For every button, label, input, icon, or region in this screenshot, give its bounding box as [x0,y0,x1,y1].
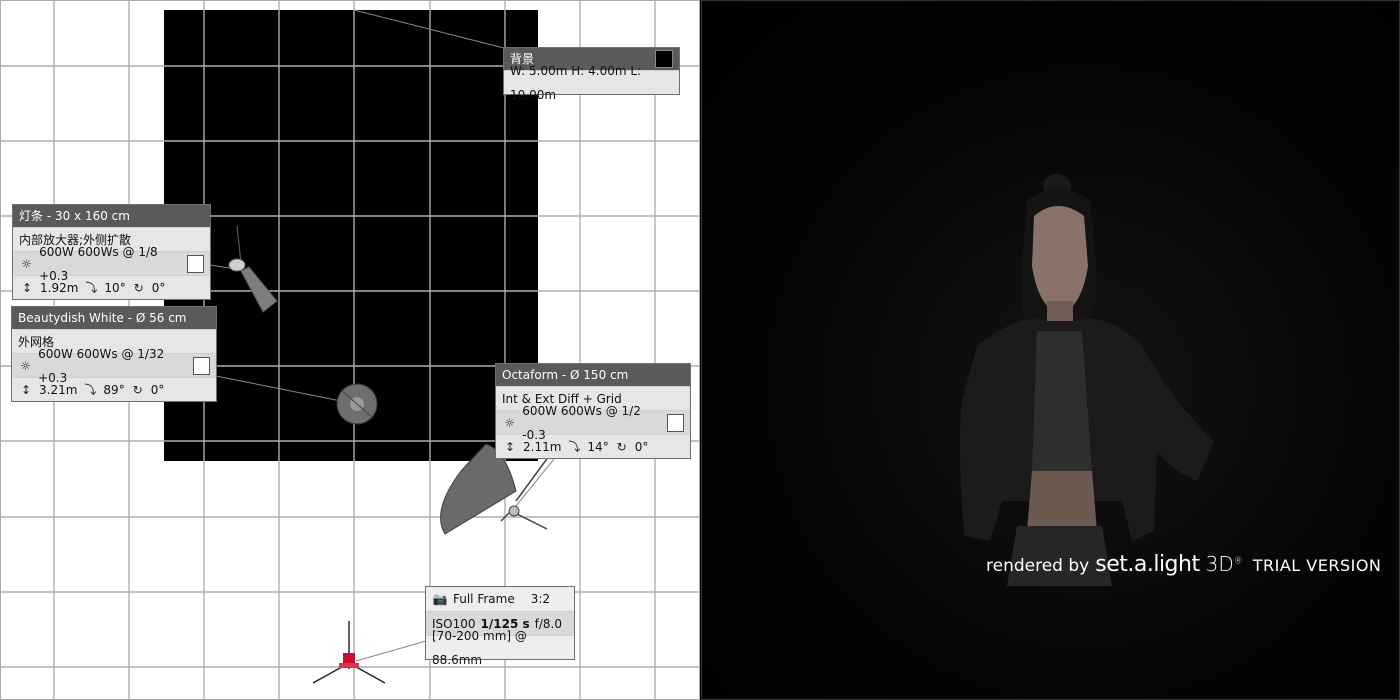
strip-light-rotation: 0° [151,280,166,295]
camera-sensor: Full Frame [453,592,515,606]
beautydish-rotation: 0° [150,382,165,397]
watermark-trial: TRIAL VERSION [1252,556,1382,575]
beautydish-fixture [336,383,378,425]
strip-light-title: 灯条 - 30 x 160 cm [19,209,130,223]
height-arrows-icon: ↕ [504,439,516,454]
watermark-prefix: rendered by [986,556,1090,576]
watermark-3d: 3D® [1206,552,1243,576]
camera-lens: [70-200 mm] @ 88.6mm [432,628,527,667]
tilt-icon: ⤵ [84,382,97,397]
background-dimensions-row: W: 5.00m H: 4.00m L: 10.00m [504,64,679,102]
camera-card[interactable]: 📷 Full Frame 3:2 ISO100 1/125 s f/8.0 [7… [425,586,575,667]
sun-icon: ☼ [20,358,31,373]
rotation-icon: ↻ [616,439,627,454]
rotation-icon: ↻ [132,382,143,397]
camera-sensor-row[interactable]: 📷 Full Frame 3:2 [426,587,574,611]
strip-light-power-row[interactable]: ☼ 600W 600Ws @ 1/8 +0.3 [13,245,210,283]
trial-watermark: rendered by set.a.light 3D® TRIAL VERSIO… [986,552,1381,577]
beautydish-color-swatch[interactable] [192,356,210,375]
tilt-icon: ⤵ [85,280,98,295]
octaform-power-row[interactable]: ☼ 600W 600Ws @ 1/2 -0.3 [496,404,690,442]
camera-tripod [312,621,386,684]
strip-light-tilt: 10° [104,280,126,295]
strip-light-color-swatch[interactable] [186,254,204,273]
beautydish-tilt: 89° [103,382,125,397]
sun-icon: ☼ [21,256,32,271]
watermark-3d-text: 3D [1205,552,1234,576]
tilt-icon: ⤵ [568,439,581,454]
octaform-tilt: 14° [587,439,609,454]
beautydish-title: Beautydish White - Ø 56 cm [18,311,187,325]
beautydish-height: 3.21m [39,382,78,397]
watermark-registered: ® [1233,556,1243,567]
beautydish-card-header[interactable]: Beautydish White - Ø 56 cm [12,307,216,329]
rotation-icon: ↻ [133,280,144,295]
strip-light-height: 1.92m [40,280,79,295]
camera-lens-row[interactable]: [70-200 mm] @ 88.6mm [426,629,574,667]
render-preview[interactable]: rendered by set.a.light 3D® TRIAL VERSIO… [701,0,1400,700]
background-info-card[interactable]: 背景 W: 5.00m H: 4.00m L: 10.00m [503,47,680,102]
octaform-rotation: 0° [634,439,649,454]
beautydish-card[interactable]: Beautydish White - Ø 56 cm 外网格 ☼ 600W 60… [11,306,217,402]
beautydish-power-row[interactable]: ☼ 600W 600Ws @ 1/32 +0.3 [12,347,216,385]
octaform-height: 2.11m [523,439,562,454]
octaform-card[interactable]: Octaform - Ø 150 cm Int & Ext Diff + Gri… [495,363,691,459]
octaform-card-header[interactable]: Octaform - Ø 150 cm [496,364,690,386]
octaform-color-swatch[interactable] [666,413,684,432]
camera-ratio: 3:2 [530,592,550,606]
height-arrows-icon: ↕ [21,280,33,295]
strip-light-card-header[interactable]: 灯条 - 30 x 160 cm [13,205,210,227]
studio-floor-plan[interactable]: 背景 W: 5.00m H: 4.00m L: 10.00m 灯条 - 30 x… [0,0,700,700]
strip-light-card[interactable]: 灯条 - 30 x 160 cm 内部放大器;外侧扩散 ☼ 600W 600Ws… [12,204,211,300]
model-render-image [959,174,1214,586]
background-dimensions: W: 5.00m H: 4.00m L: 10.00m [510,63,642,102]
watermark-brand: set.a.light [1095,552,1200,577]
height-arrows-icon: ↕ [20,382,32,397]
octaform-title: Octaform - Ø 150 cm [502,368,629,382]
camera-icon: 📷 [432,592,448,606]
sun-icon: ☼ [504,415,516,430]
